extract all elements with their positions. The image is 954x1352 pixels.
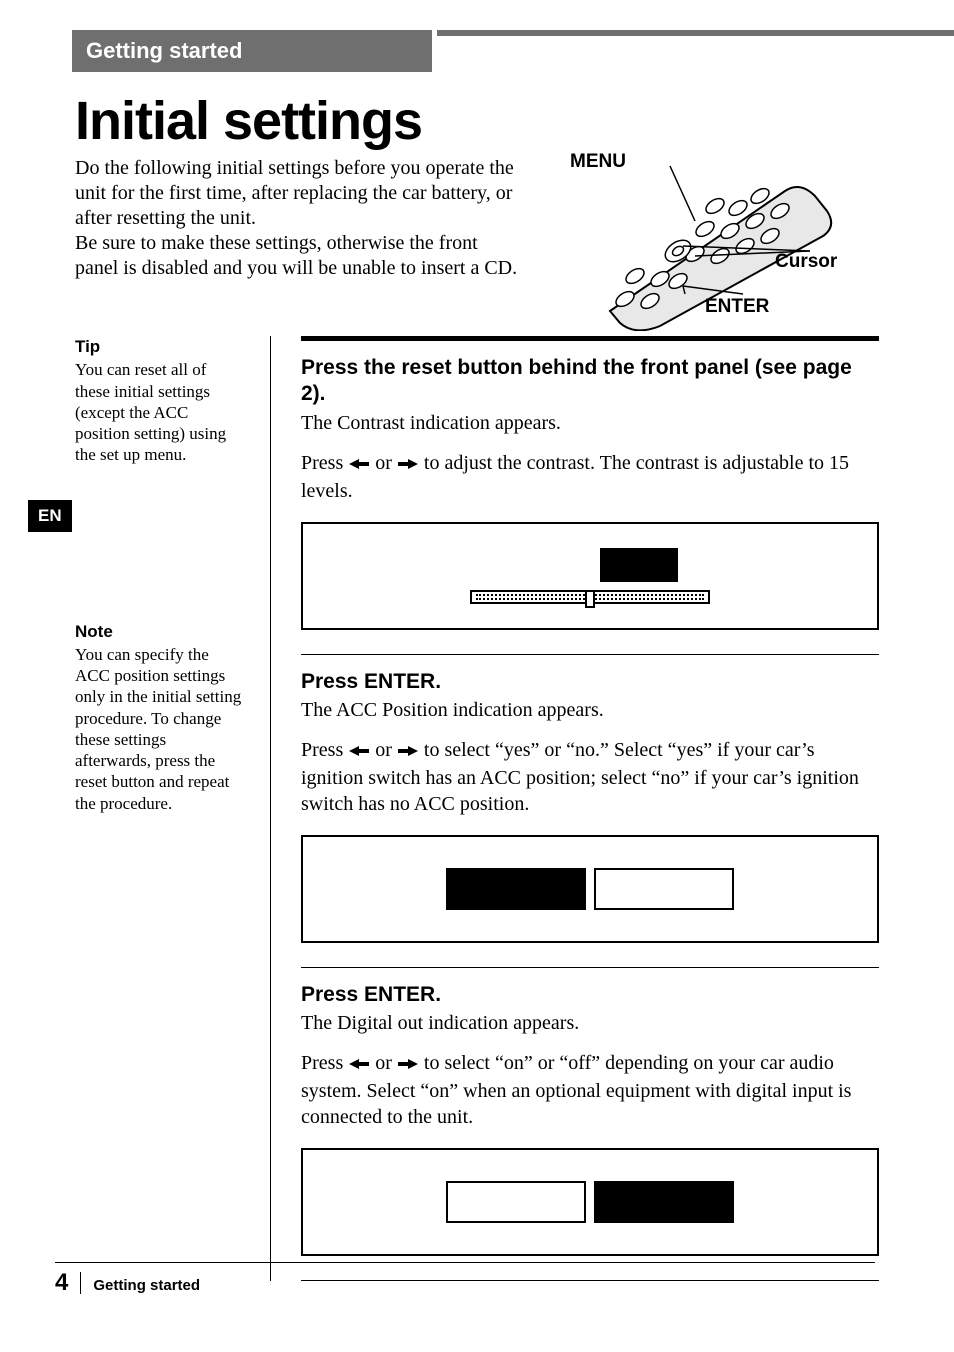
step-3-title: Press ENTER. bbox=[301, 982, 879, 1008]
contrast-display bbox=[301, 522, 879, 630]
tip-heading: Tip bbox=[75, 336, 245, 357]
arrow-right-icon bbox=[397, 452, 419, 478]
vertical-divider bbox=[270, 336, 271, 1281]
arrow-left-icon bbox=[348, 452, 370, 478]
section-header: Getting started bbox=[72, 30, 432, 72]
page-number: 4 bbox=[55, 1269, 68, 1297]
remote-label-menu: MENU bbox=[570, 151, 626, 173]
digital-option-on bbox=[446, 1181, 586, 1223]
note-block: Note You can specify the ACC position se… bbox=[75, 621, 245, 814]
step-2-line2: Press or to select “yes” or “no.” Select… bbox=[301, 737, 879, 817]
step-1: Press the reset button behind the front … bbox=[301, 336, 879, 654]
step-2-line1: The ACC Position indication appears. bbox=[301, 697, 879, 723]
step-2: Press ENTER. The ACC Position indication… bbox=[301, 655, 879, 967]
step-1-title: Press the reset button behind the front … bbox=[301, 355, 879, 408]
digital-out-display bbox=[301, 1148, 879, 1256]
acc-display bbox=[301, 835, 879, 943]
step-3-line2: Press or to select “on” or “off” dependi… bbox=[301, 1050, 879, 1130]
acc-option-yes bbox=[446, 868, 586, 910]
footer-section: Getting started bbox=[93, 1277, 200, 1294]
step-3-line1: The Digital out indication appears. bbox=[301, 1010, 879, 1036]
page-footer: 4 Getting started bbox=[55, 1262, 875, 1297]
intro-paragraph: Do the following initial settings before… bbox=[75, 156, 525, 281]
step-1-line1: The Contrast indication appears. bbox=[301, 410, 879, 436]
remote-label-cursor: Cursor bbox=[775, 251, 837, 273]
tip-body: You can reset all of these initial setti… bbox=[75, 359, 245, 465]
remote-label-enter: ENTER bbox=[705, 296, 769, 318]
contrast-slider bbox=[470, 590, 710, 604]
tip-block: Tip You can reset all of these initial s… bbox=[75, 336, 245, 466]
steps-column: Press the reset button behind the front … bbox=[301, 336, 879, 1281]
language-tab: EN bbox=[28, 500, 72, 532]
remote-illustration: MENU Cursor ENTER bbox=[525, 156, 879, 281]
step-3: Press ENTER. The Digital out indication … bbox=[301, 968, 879, 1280]
acc-option-no bbox=[594, 868, 734, 910]
arrow-left-icon bbox=[348, 739, 370, 765]
step-1-line2: Press or to adjust the contrast. The con… bbox=[301, 450, 879, 504]
arrow-left-icon bbox=[348, 1052, 370, 1078]
step-2-title: Press ENTER. bbox=[301, 669, 879, 695]
arrow-right-icon bbox=[397, 739, 419, 765]
contrast-value-block bbox=[600, 548, 678, 582]
section-header-rule bbox=[437, 30, 954, 36]
page-title: Initial settings bbox=[75, 90, 879, 152]
note-body: You can specify the ACC position setting… bbox=[75, 644, 245, 814]
note-heading: Note bbox=[75, 621, 245, 642]
digital-option-off bbox=[594, 1181, 734, 1223]
arrow-right-icon bbox=[397, 1052, 419, 1078]
